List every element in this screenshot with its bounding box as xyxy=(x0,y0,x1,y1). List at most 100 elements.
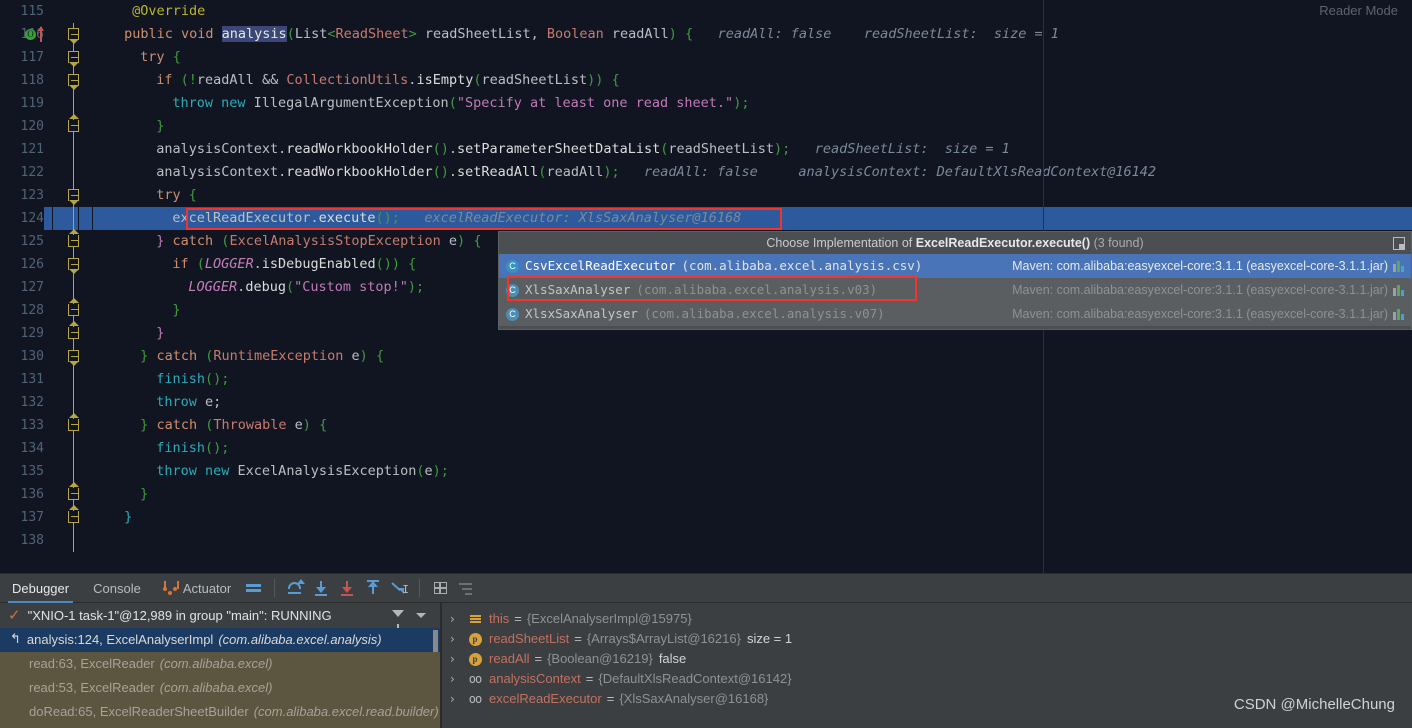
code-line[interactable]: 116Opublic void analysis(List<ReadSheet>… xyxy=(0,23,1412,46)
expand-chevron-icon[interactable]: › xyxy=(450,649,466,669)
gutter-separator xyxy=(78,207,79,230)
frame-list-item[interactable]: ↰ analysis:124, ExcelAnalyserImpl (com.ali… xyxy=(0,628,440,652)
code-line[interactable]: 133} catch (Throwable e) { xyxy=(0,413,1412,437)
variable-row[interactable]: › p readAll = {Boolean@16219} false xyxy=(442,649,1412,669)
popup-implementation-item[interactable]: C XlsSaxAnalyser (com.alibaba.excel.analys… xyxy=(499,278,1411,302)
code-text: LOGGER.debug("Custom stop!"); xyxy=(188,276,424,299)
tab-actuator[interactable]: Actuator xyxy=(153,574,241,603)
force-step-into-icon[interactable] xyxy=(337,578,357,598)
popup-item-list[interactable]: C CsvExcelReadExecutor (com.alibaba.excel.… xyxy=(499,254,1411,326)
variable-value: {Arrays$ArrayList@16216} xyxy=(586,631,741,646)
layout-lines-icon[interactable] xyxy=(244,578,264,598)
code-line[interactable]: 120} xyxy=(0,114,1412,138)
frame-list-item[interactable]: read:53, ExcelReader (com.alibaba.excel) xyxy=(0,676,440,700)
frame-package: (com.alibaba.excel) xyxy=(159,656,273,671)
code-line[interactable]: 119 throw new IllegalArgumentException("S… xyxy=(0,92,1412,115)
override-gutter-icon[interactable]: O xyxy=(25,29,36,40)
code-fold-toggle[interactable] xyxy=(68,28,79,44)
frame-name: read:63, ExcelReader xyxy=(29,656,155,671)
code-token: throw xyxy=(156,394,197,410)
popup-implementation-item[interactable]: C CsvExcelReadExecutor (com.alibaba.excel.… xyxy=(499,254,1411,278)
code-line[interactable]: 124 excelReadExecutor.execute(); excelRea… xyxy=(0,207,1412,230)
code-line[interactable]: 136} xyxy=(0,482,1412,506)
implementing-method-arrow-icon[interactable] xyxy=(38,26,43,42)
frame-list-item[interactable]: doRead:65, ExcelReaderSheetBuilder (com.a… xyxy=(0,700,440,724)
code-line[interactable]: 132 throw e; xyxy=(0,391,1412,414)
code-line[interactable]: 117 try { xyxy=(0,46,1412,69)
code-line[interactable]: 123 try { xyxy=(0,184,1412,207)
line-number: 121 xyxy=(20,142,44,157)
chevron-down-icon[interactable] xyxy=(416,613,426,618)
code-line[interactable]: 115 @Override xyxy=(0,0,1412,23)
pin-icon[interactable] xyxy=(1393,237,1405,250)
code-token: ; xyxy=(741,95,750,111)
code-token: if xyxy=(156,72,173,88)
code-token: new xyxy=(221,95,246,111)
code-fold-toggle[interactable] xyxy=(68,258,79,274)
choose-implementation-popup[interactable]: Choose Implementation of ExcelReadExecut… xyxy=(498,231,1412,330)
frame-list-item[interactable]: importExcelC1, ExcelUtil (com.muyi.common… xyxy=(0,724,440,728)
code-fold-toggle[interactable] xyxy=(68,298,79,316)
code-text: analysisContext.readWorkbookHolder().set… xyxy=(156,138,1010,161)
expand-chevron-icon[interactable]: › xyxy=(450,629,466,649)
code-token: e xyxy=(286,417,303,433)
code-text: throw new IllegalArgumentException("Spec… xyxy=(172,92,749,115)
line-number: 137 xyxy=(20,510,44,525)
code-fold-toggle[interactable] xyxy=(68,413,79,431)
code-text: try { xyxy=(140,46,181,69)
frame-list-item[interactable]: read:63, ExcelReader (com.alibaba.excel) xyxy=(0,652,440,676)
run-to-cursor-icon[interactable]: I xyxy=(389,578,409,598)
frames-pane[interactable]: ✓ "XNIO-1 task-1"@12,989 in group "main"… xyxy=(0,603,440,728)
code-token: . xyxy=(448,141,458,157)
expand-chevron-icon[interactable]: › xyxy=(450,609,466,629)
frame-list[interactable]: ↰ analysis:124, ExcelAnalyserImpl (com.ali… xyxy=(0,628,440,728)
code-line[interactable]: 135 throw new ExcelAnalysisException(e); xyxy=(0,460,1412,483)
step-over-icon[interactable] xyxy=(285,578,306,598)
variable-row[interactable]: › oo analysisContext = {DefaultXlsReadContex… xyxy=(442,669,1412,689)
code-line[interactable]: 118 if (!readAll && CollectionUtils.isEmp… xyxy=(0,69,1412,92)
expand-chevron-icon[interactable]: › xyxy=(450,669,466,689)
sort-icon[interactable] xyxy=(456,578,476,598)
code-line[interactable]: 122 analysisContext.readWorkbookHolder().… xyxy=(0,161,1412,184)
filter-icon[interactable] xyxy=(392,610,404,628)
frames-scrollbar[interactable] xyxy=(433,630,438,652)
variable-row[interactable]: › this = {ExcelAnalyserImpl@15975} xyxy=(442,609,1412,629)
code-fold-toggle[interactable] xyxy=(68,51,79,67)
code-fold-toggle[interactable] xyxy=(68,350,79,366)
step-out-icon[interactable] xyxy=(363,578,383,598)
code-token: . xyxy=(253,256,262,272)
code-token: ( xyxy=(180,72,189,88)
code-line[interactable]: 121 analysisContext.readWorkbookHolder().… xyxy=(0,138,1412,161)
code-fold-toggle[interactable] xyxy=(68,505,79,523)
line-number: 132 xyxy=(20,395,44,410)
code-fold-toggle[interactable] xyxy=(68,482,79,500)
code-fold-toggle[interactable] xyxy=(68,74,79,90)
parameter-icon: p xyxy=(466,632,484,646)
debug-toolbar[interactable]: Debugger Console Actuator I xyxy=(0,574,1412,603)
code-token: @Override xyxy=(132,3,206,19)
step-into-icon[interactable] xyxy=(311,578,331,598)
thread-selector[interactable]: ✓ "XNIO-1 task-1"@12,989 in group "main"… xyxy=(0,603,440,628)
code-fold-toggle[interactable] xyxy=(68,321,79,339)
code-line[interactable]: 130} catch (RuntimeException e) { xyxy=(0,345,1412,368)
code-token: e; xyxy=(196,394,222,410)
expand-chevron-icon[interactable]: › xyxy=(450,689,466,709)
line-number: 123 xyxy=(20,188,44,203)
code-line[interactable]: 134 finish(); xyxy=(0,437,1412,460)
popup-implementation-item[interactable]: C XlsxSaxAnalyser (com.alibaba.excel.analy… xyxy=(499,302,1411,326)
code-token: catch xyxy=(172,233,214,249)
tab-console[interactable]: Console xyxy=(81,574,153,603)
code-line[interactable]: 138 xyxy=(0,529,1412,552)
code-token: ( xyxy=(285,279,295,295)
variable-row[interactable]: › p readSheetList = {Arrays$ArrayList@16216}… xyxy=(442,629,1412,649)
code-fold-toggle[interactable] xyxy=(68,229,79,247)
code-line[interactable]: 131 finish(); xyxy=(0,368,1412,391)
code-fold-toggle[interactable] xyxy=(68,189,79,205)
code-fold-toggle[interactable] xyxy=(68,114,79,132)
tab-debugger[interactable]: Debugger xyxy=(0,574,81,603)
code-line[interactable]: 137} xyxy=(0,505,1412,529)
evaluate-grid-icon[interactable] xyxy=(430,578,450,598)
